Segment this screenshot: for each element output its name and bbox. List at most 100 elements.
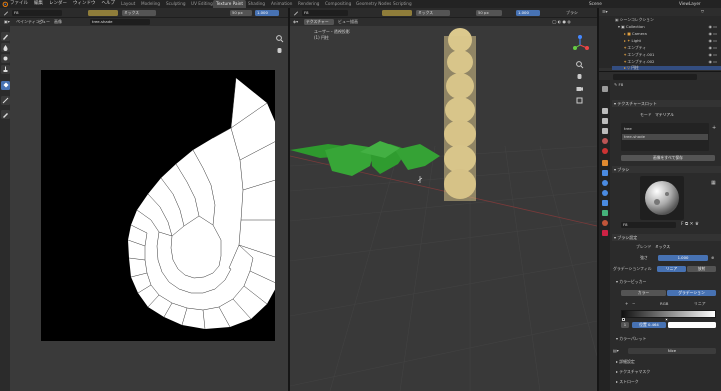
remove-stop-icon[interactable]: −	[632, 301, 635, 307]
color-stop-active[interactable]	[665, 318, 668, 321]
tab-scripting[interactable]: Scripting	[390, 0, 415, 8]
menu-help[interactable]: ヘルプ	[102, 0, 116, 8]
render-tab-icon[interactable]	[600, 107, 609, 114]
mode-dropdown[interactable]: マテリアル	[655, 112, 695, 118]
tab-animation[interactable]: Animation	[268, 0, 295, 8]
tab-rendering[interactable]: Rendering	[295, 0, 322, 8]
material-tab-icon[interactable]	[600, 219, 609, 226]
clone-tool-icon[interactable]	[1, 65, 10, 74]
editor-type-icon[interactable]: ▣▾	[4, 18, 10, 26]
visibility-eye-icon[interactable]: ◉ ▭	[708, 59, 717, 65]
gradient-linear-button[interactable]: リニア	[657, 266, 686, 272]
tab-texture-paint[interactable]: Texture Paint	[213, 0, 247, 8]
image-editor-canvas[interactable]	[10, 26, 288, 391]
stop-color-swatch[interactable]	[668, 322, 716, 328]
section-brush-settings[interactable]: ▾ ブラシ設定	[612, 234, 721, 241]
soften-tool-icon[interactable]	[1, 43, 10, 52]
section-color-palette[interactable]: ▾ カラーパレット	[616, 336, 646, 342]
list-item[interactable]: tree	[624, 126, 708, 132]
color-tab[interactable]: カラー	[621, 290, 666, 296]
output-tab-icon[interactable]	[600, 117, 609, 124]
pan-hand-icon[interactable]	[575, 72, 584, 81]
mode-dropdown[interactable]: テクスチャー	[304, 19, 334, 25]
data-tab-icon[interactable]	[600, 209, 609, 216]
tab-layout[interactable]: Layout	[118, 0, 138, 8]
section-color-picker[interactable]: ▾ カラーピッカー	[616, 279, 646, 285]
menu-edit[interactable]: 編集	[34, 0, 43, 8]
brush-datablock-icons[interactable]: F ⧉ ✕ ♛	[681, 222, 699, 228]
tab-modeling[interactable]: Modeling	[138, 0, 163, 8]
tool-tab-icon[interactable]	[600, 85, 609, 92]
menu-view[interactable]: ビュー	[338, 18, 350, 26]
brushes-menu[interactable]: ブラシ	[566, 9, 578, 17]
mask-tool-icon[interactable]	[1, 96, 10, 105]
tab-sculpting[interactable]: Sculpting	[163, 0, 189, 8]
menu-view[interactable]: ビュー	[38, 18, 50, 26]
strength-field[interactable]: 1.000	[255, 10, 279, 16]
image-name-field[interactable]: tree-shade	[90, 19, 150, 25]
brush-browse-icon[interactable]: ▦	[711, 180, 717, 186]
object-tab-icon[interactable]	[600, 159, 609, 166]
navigation-gizmo[interactable]	[569, 34, 591, 56]
world-tab-icon[interactable]	[600, 147, 609, 154]
zoom-icon[interactable]	[275, 34, 284, 43]
ortho-toggle-icon[interactable]	[575, 96, 584, 105]
viewport-canvas[interactable]: ユーザー・透視投影 (1) 円柱	[290, 26, 597, 391]
visibility-eye-icon[interactable]: ◉ ▭	[708, 52, 717, 58]
list-item-selected[interactable]: tree-shade	[622, 134, 708, 140]
menu-image[interactable]: 画像	[54, 18, 62, 26]
color-mode-dropdown[interactable]: RGB	[660, 301, 668, 307]
menu-file[interactable]: ファイル	[10, 0, 28, 8]
brush-selector[interactable]: F8	[12, 10, 62, 16]
fill-tool-icon[interactable]	[1, 81, 10, 90]
brush-color-swatch[interactable]	[382, 10, 412, 16]
editor-type-icon[interactable]: ◈▾	[293, 18, 298, 26]
stop-index-field[interactable]: 1	[621, 322, 629, 328]
brush-tool-icon[interactable]	[293, 10, 299, 16]
outliner-row[interactable]: ▸ ✦ Light ◉ ▭	[612, 38, 721, 44]
outliner-scene-collection[interactable]: ▣ シーンコレクション	[612, 17, 721, 23]
gradient-radial-button[interactable]: 放射	[687, 266, 716, 272]
brush-selector[interactable]: F8	[302, 10, 348, 16]
save-all-images-button[interactable]: 画像をすべて保存	[621, 155, 715, 161]
radius-field[interactable]: 50 px	[476, 10, 502, 16]
tab-uv-editing[interactable]: UV Editing	[188, 0, 216, 8]
section-brush[interactable]: ▾ ブラシ	[612, 166, 721, 173]
annotate-tool-icon[interactable]	[1, 110, 10, 119]
brush-color-swatch[interactable]	[88, 10, 118, 16]
shading-mode-icons[interactable]: ◯ ◐ ● ◍	[552, 18, 571, 26]
color-stop[interactable]	[622, 318, 625, 321]
pan-hand-icon[interactable]	[275, 46, 284, 55]
properties-search[interactable]	[613, 73, 697, 80]
filter-icon[interactable]: ⛉	[701, 9, 704, 14]
outliner-row[interactable]: ▸ ■ Camera ◉ ▭	[612, 31, 721, 37]
tab-shading[interactable]: Shading	[245, 0, 268, 8]
zoom-icon[interactable]	[575, 60, 584, 69]
visibility-eye-icon[interactable]: ◉ ▭	[708, 31, 717, 37]
section-advanced[interactable]: ▸ 詳細設定	[616, 359, 635, 365]
add-slot-icon[interactable]: +	[712, 125, 718, 131]
palette-browse-icon[interactable]: ▤▾	[613, 348, 623, 354]
scene-tab-icon[interactable]	[600, 137, 609, 144]
brush-tool-icon[interactable]	[3, 10, 9, 16]
blender-logo-icon[interactable]	[2, 1, 8, 7]
smear-tool-icon[interactable]	[1, 54, 10, 63]
editor-type-icon[interactable]: ☰▾	[602, 8, 608, 16]
pressure-toggle-icon[interactable]: ⊕	[711, 255, 717, 261]
visibility-eye-icon[interactable]: ◉ ▭	[708, 45, 717, 51]
view-layer-selector[interactable]: ViewLayer	[676, 0, 704, 8]
visibility-eye-icon[interactable]: ◉ ▭	[708, 38, 717, 44]
add-stop-icon[interactable]: +	[625, 301, 628, 307]
palette-name-field[interactable]: Nice	[628, 348, 716, 354]
physics-tab-icon[interactable]	[600, 189, 609, 196]
interpolation-dropdown[interactable]: リニア	[694, 301, 706, 307]
scene-selector[interactable]: Scene	[586, 0, 605, 8]
camera-view-icon[interactable]	[575, 84, 584, 93]
outliner-row-selected[interactable]: ▸ ▽ 円柱	[612, 66, 721, 70]
section-stroke[interactable]: ▸ ストローク	[616, 379, 639, 385]
texture-tab-icon[interactable]	[600, 229, 609, 236]
strength-slider[interactable]: 1.000	[658, 255, 708, 261]
blend-dropdown[interactable]: ミックス	[655, 244, 695, 250]
section-texture-slots[interactable]: ▾ テクスチャースロット	[612, 100, 721, 107]
constraints-tab-icon[interactable]	[600, 199, 609, 206]
